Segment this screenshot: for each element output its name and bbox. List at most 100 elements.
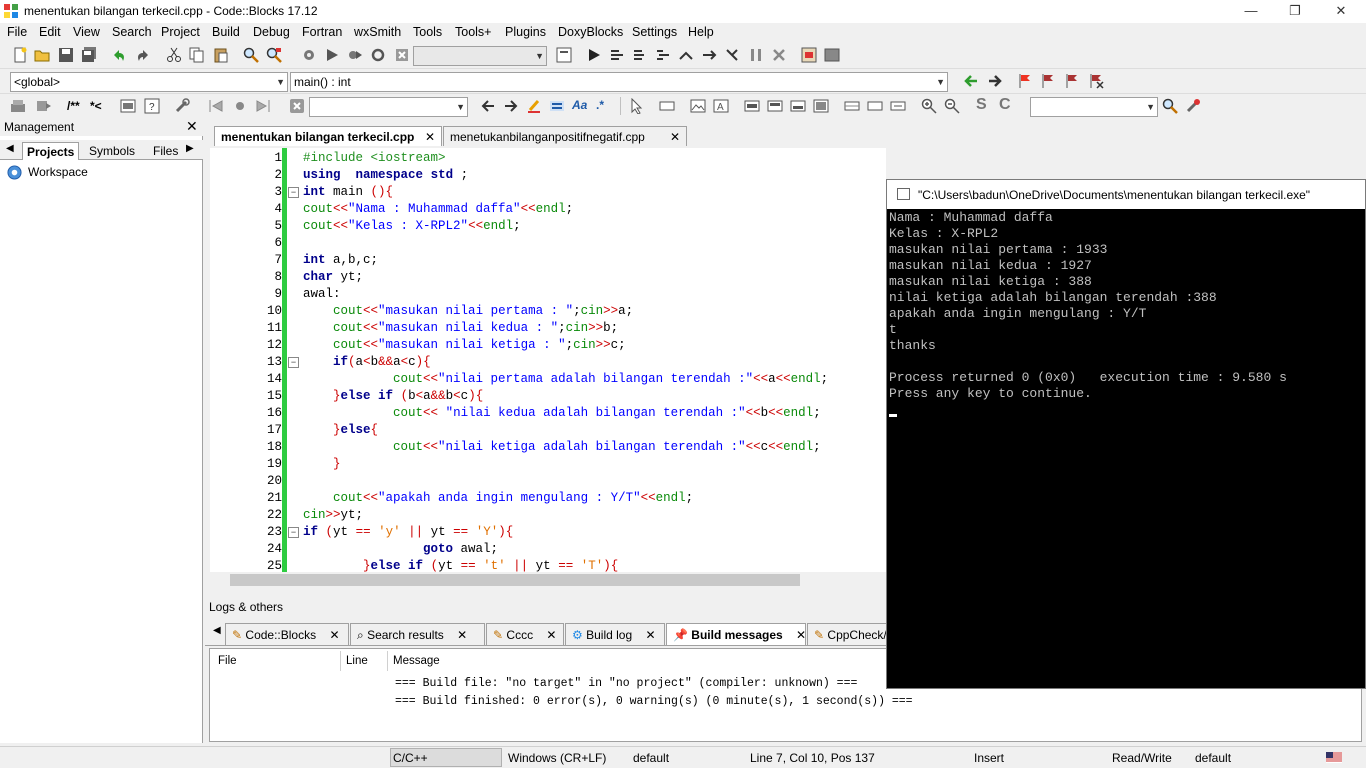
next-instruction-icon[interactable] — [701, 47, 717, 63]
code-line[interactable]: cout<<"apakah anda ingin mengulang : Y/T… — [303, 491, 693, 505]
close-tab-icon[interactable]: ✕ — [457, 628, 467, 642]
minimize-button[interactable]: — — [1228, 0, 1274, 23]
menu-help[interactable]: Help — [688, 25, 714, 39]
scope-combo[interactable]: <global> ▼ — [10, 72, 288, 92]
incremental-search-input[interactable]: ▼ — [309, 97, 468, 117]
new-file-icon[interactable] — [12, 47, 28, 63]
tab-build-log[interactable]: ⚙ Build log ✕ — [565, 623, 665, 645]
menu-debug[interactable]: Debug — [253, 25, 290, 39]
code-line[interactable]: cout<<"masukan nilai ketiga : ";cin>>c; — [303, 338, 626, 352]
code-line[interactable]: if(a<b&&a<c){ — [303, 355, 431, 369]
close-tab-icon[interactable]: ✕ — [645, 628, 655, 642]
column-header-message[interactable]: Message — [393, 655, 440, 667]
run-to-cursor-icon[interactable] — [609, 47, 625, 63]
close-button[interactable]: ✕ — [1318, 0, 1364, 23]
close-tab-icon[interactable]: ✕ — [546, 628, 556, 642]
code-line[interactable]: cout<<"masukan nilai pertama : ";cin>>a; — [303, 304, 633, 318]
column-header-file[interactable]: File — [218, 655, 237, 667]
chm-help-icon[interactable]: ? — [144, 98, 160, 114]
maximize-button[interactable]: ❐ — [1272, 0, 1318, 23]
copy-icon[interactable] — [189, 47, 205, 63]
code-line[interactable]: }else if (yt == 't' || yt == 'T'){ — [303, 559, 618, 572]
code-line[interactable]: cout<<"nilai ketiga adalah bilangan tere… — [303, 440, 821, 454]
close-icon[interactable]: ✕ — [186, 118, 198, 135]
open-folder-icon[interactable] — [34, 47, 50, 63]
zoom-in-icon[interactable] — [921, 98, 937, 114]
tab-projects[interactable]: Projects — [22, 142, 80, 160]
fold-toggle[interactable]: − — [288, 357, 299, 368]
tab-scroll-left-icon[interactable]: ◀ — [6, 143, 14, 154]
code-line[interactable]: }else{ — [303, 423, 378, 437]
code-line[interactable]: }else if (b<a&&b<c){ — [303, 389, 483, 403]
code-line[interactable]: cout<<"Kelas : X-RPL2"<<endl; — [303, 219, 521, 233]
column-header-line[interactable]: Line — [346, 655, 368, 667]
highlight-dot-icon[interactable] — [232, 98, 248, 114]
previous-bookmark-icon[interactable] — [1040, 73, 1056, 89]
highlight-marker-icon[interactable] — [526, 98, 542, 114]
list-item[interactable]: === Build file: "no target" in "no proje… — [395, 677, 857, 690]
fold-toggle[interactable]: − — [288, 527, 299, 538]
build-and-run-icon[interactable] — [347, 47, 363, 63]
symbol-settings-icon[interactable] — [1185, 98, 1201, 114]
tab-files[interactable]: Files — [149, 142, 182, 160]
step-instruction-icon[interactable] — [724, 47, 740, 63]
next-line-icon[interactable] — [632, 47, 648, 63]
menu-edit[interactable]: Edit — [39, 25, 61, 39]
find-icon[interactable] — [243, 47, 259, 63]
clear-search-icon[interactable] — [289, 98, 305, 114]
switch-shape-icon[interactable] — [844, 98, 860, 114]
run-icon[interactable] — [324, 47, 340, 63]
show-build-dialog-icon[interactable] — [556, 47, 572, 63]
rebuild-icon[interactable] — [370, 47, 386, 63]
nassi-c-icon[interactable]: C — [999, 96, 1011, 114]
tab-symbols[interactable]: Symbols — [85, 142, 139, 160]
code-line[interactable]: cin>>yt; — [303, 508, 363, 522]
regex-icon[interactable]: .* — [596, 98, 604, 112]
tab-scroll-left-icon[interactable]: ◀ — [213, 625, 221, 636]
code-line[interactable]: goto awal; — [303, 542, 498, 556]
next-bookmark-icon[interactable] — [1064, 73, 1080, 89]
save-icon[interactable] — [58, 47, 74, 63]
tab-search-results[interactable]: ⌕ Search results ✕ — [350, 623, 485, 645]
menu-project[interactable]: Project — [161, 25, 200, 39]
list-item[interactable]: === Build finished: 0 error(s), 0 warnin… — [395, 695, 913, 708]
pause-icon[interactable] — [748, 47, 764, 63]
menu-plugins[interactable]: Plugins — [505, 25, 546, 39]
symbol-search-icon[interactable] — [1162, 98, 1178, 114]
block-comment-button[interactable]: /** — [67, 99, 80, 113]
code-line[interactable]: int a,b,c; — [303, 253, 378, 267]
code-line[interactable]: cout<<"Nama : Muhammad daffa"<<endl; — [303, 202, 573, 216]
symbol-search-input[interactable]: ▼ — [1030, 97, 1158, 117]
tab-cccc[interactable]: ✎ Cccc ✕ — [486, 623, 564, 645]
code-line[interactable]: cout<< "nilai kedua adalah bilangan tere… — [303, 406, 821, 420]
close-tab-icon[interactable]: ✕ — [796, 628, 806, 642]
tab-build-messages[interactable]: 📌 Build messages ✕ — [666, 623, 806, 645]
code-editor[interactable]: 1 2 3 4 5 6 7 8 9 10 11 12 13 14 15 16 1… — [210, 148, 886, 572]
redo-icon[interactable] — [135, 47, 151, 63]
nassi-s-icon[interactable]: S — [976, 96, 987, 114]
jump-forward-icon[interactable] — [987, 73, 1003, 89]
code-line[interactable]: int main (){ — [303, 185, 393, 199]
break-shape-icon[interactable] — [867, 98, 883, 114]
process-shape-icon[interactable] — [659, 98, 675, 114]
close-tab-icon[interactable]: ✕ — [329, 628, 339, 642]
tab-scroll-right-icon[interactable]: ▶ — [186, 143, 194, 154]
zoom-out-icon[interactable] — [944, 98, 960, 114]
search-next-icon[interactable] — [503, 98, 519, 114]
menu-search[interactable]: Search — [112, 25, 152, 39]
save-all-icon[interactable] — [81, 47, 97, 63]
line-comment-button[interactable]: *< — [90, 99, 102, 113]
menu-build[interactable]: Build — [212, 25, 240, 39]
replace-icon[interactable] — [266, 47, 282, 63]
tab-cppcheck[interactable]: ✎ CppCheck/Vera++ — [807, 623, 897, 645]
pointer-icon[interactable] — [628, 98, 644, 114]
code-line[interactable]: if (yt == 'y' || yt == 'Y'){ — [303, 525, 513, 539]
menu-doxyblocks[interactable]: DoxyBlocks — [558, 25, 623, 39]
debug-windows-icon[interactable] — [801, 47, 817, 63]
console-title-bar[interactable]: "C:\Users\badun\OneDrive\Documents\menen… — [887, 180, 1365, 209]
close-tab-icon[interactable]: ✕ — [425, 130, 435, 144]
code-line[interactable]: awal: — [303, 287, 341, 301]
image-shape-icon[interactable] — [690, 98, 706, 114]
block-shape-icon[interactable] — [813, 98, 829, 114]
toggle-bookmark-icon[interactable] — [1017, 73, 1033, 89]
